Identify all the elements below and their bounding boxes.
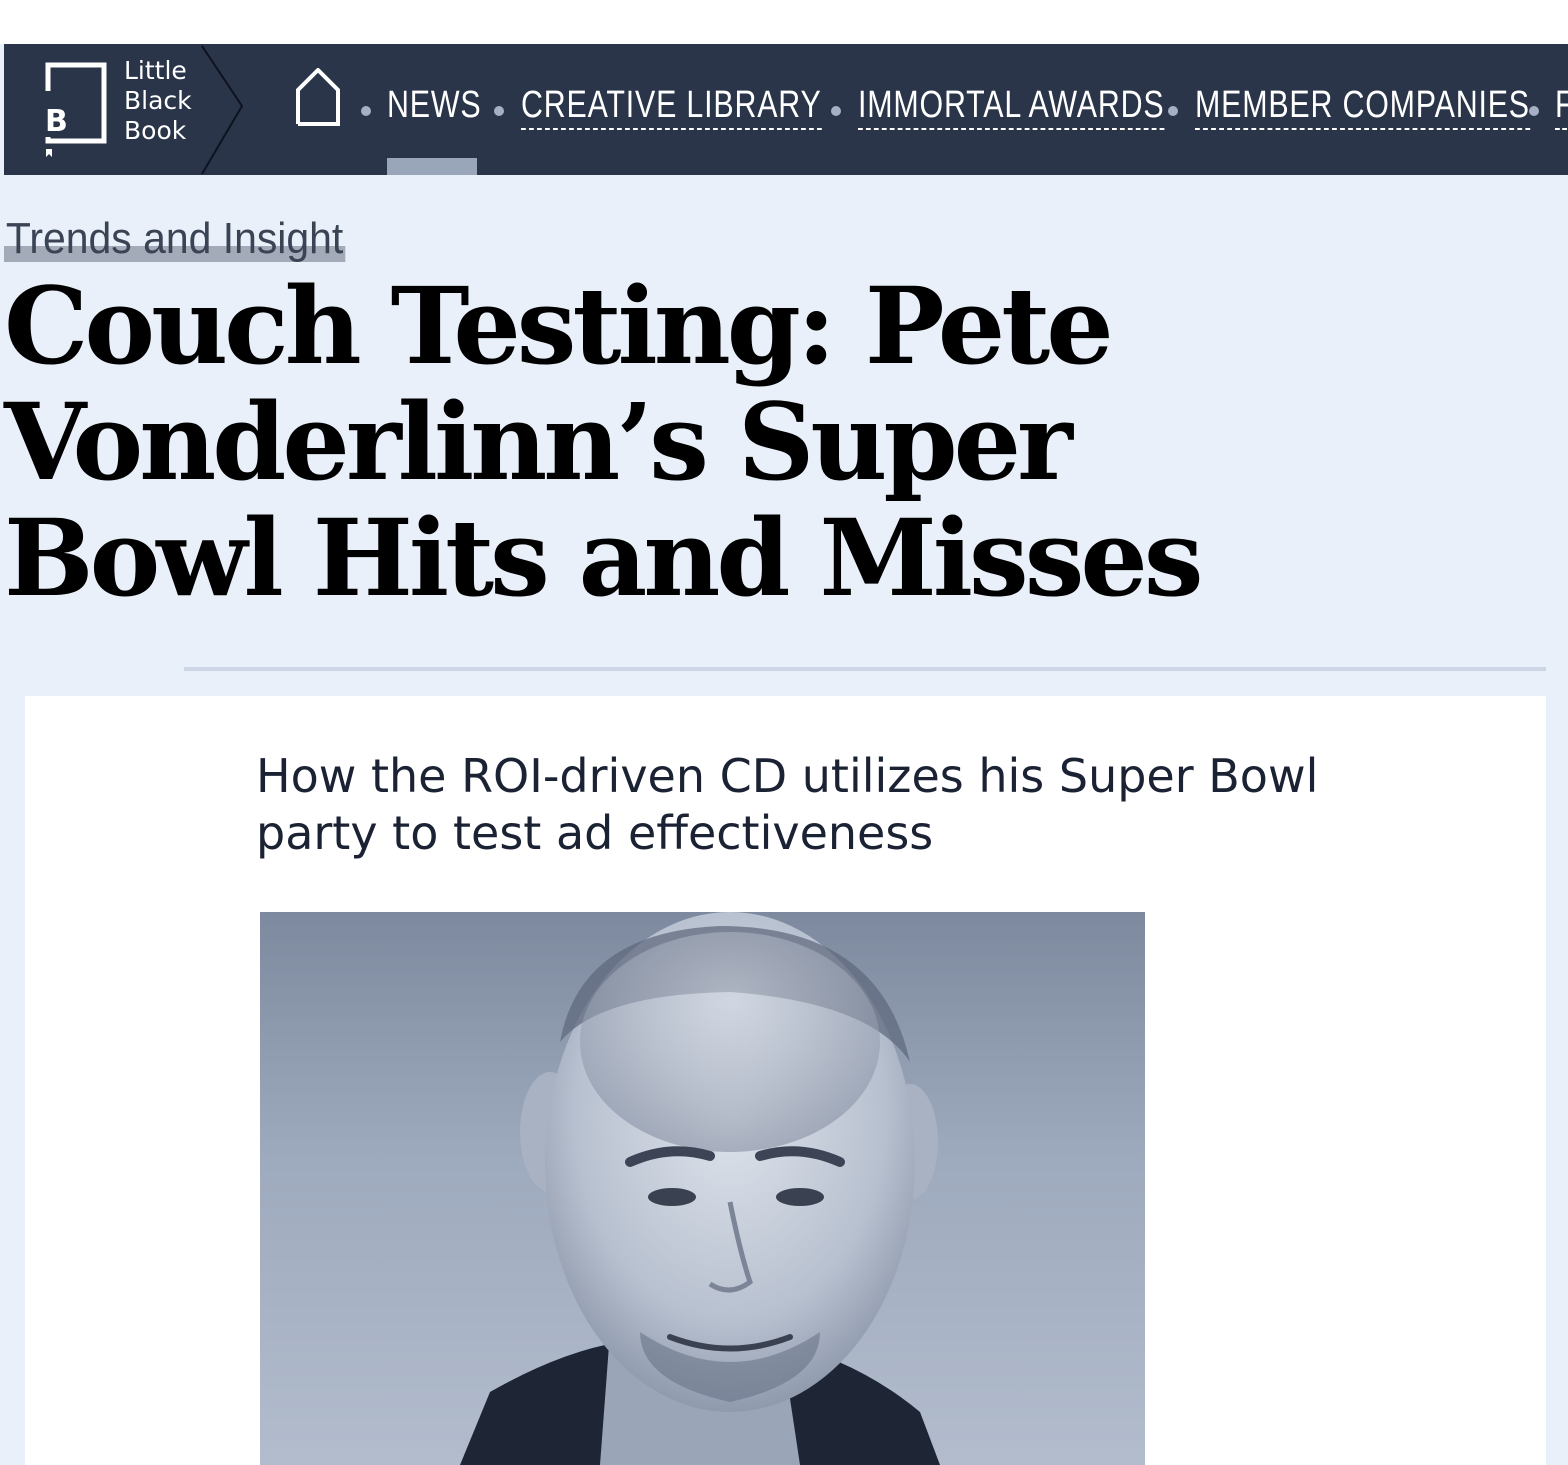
main-navbar: B Little Black Book NEWS CREATIVE LIBRAR…: [4, 44, 1568, 175]
nav-top-notch: [492, 44, 536, 47]
article-headline: Couch Testing: Pete Vonderlinn’s Super B…: [4, 268, 1404, 616]
nav-separator-dot: [1529, 106, 1539, 116]
nav-item-immortal-awards[interactable]: IMMORTAL AWARDS: [858, 82, 1165, 130]
article-subheadline: How the ROI-driven CD utilizes his Super…: [256, 749, 1319, 860]
nav-active-indicator: [387, 158, 477, 175]
home-icon[interactable]: [292, 68, 344, 128]
headline-line-1: Couch Testing: Pete: [4, 263, 1114, 388]
header-divider: [184, 667, 1546, 671]
lbb-logo-icon[interactable]: B: [42, 61, 110, 157]
nav-item-news[interactable]: NEWS: [387, 82, 481, 128]
nav-item-member-companies[interactable]: MEMBER COMPANIES: [1195, 82, 1530, 130]
browser-top-strip: [0, 0, 1568, 44]
article-category-link[interactable]: Trends and Insight: [4, 214, 346, 264]
nav-separator-dot: [831, 106, 841, 116]
headline-line-3: Bowl Hits and Misses: [4, 495, 1204, 620]
logo-line-2: Black: [124, 86, 192, 115]
headline-line-2: Vonderlinn’s Super: [4, 379, 1073, 504]
nav-separator-dot: [494, 106, 504, 116]
portrait-illustration: [460, 912, 940, 1465]
nav-separator-dot: [1168, 106, 1178, 116]
nav-item-truncated[interactable]: F: [1555, 82, 1568, 130]
nav-separator-dot: [361, 106, 371, 116]
logo-chevron-divider: [201, 45, 244, 175]
logo-line-1: Little: [124, 56, 187, 85]
nav-item-creative-library[interactable]: CREATIVE LIBRARY: [521, 82, 822, 130]
svg-text:B: B: [45, 104, 68, 139]
logo-wordmark[interactable]: Little Black Book: [124, 56, 192, 146]
logo-line-3: Book: [124, 116, 187, 145]
author-portrait-photo: [260, 912, 1145, 1465]
